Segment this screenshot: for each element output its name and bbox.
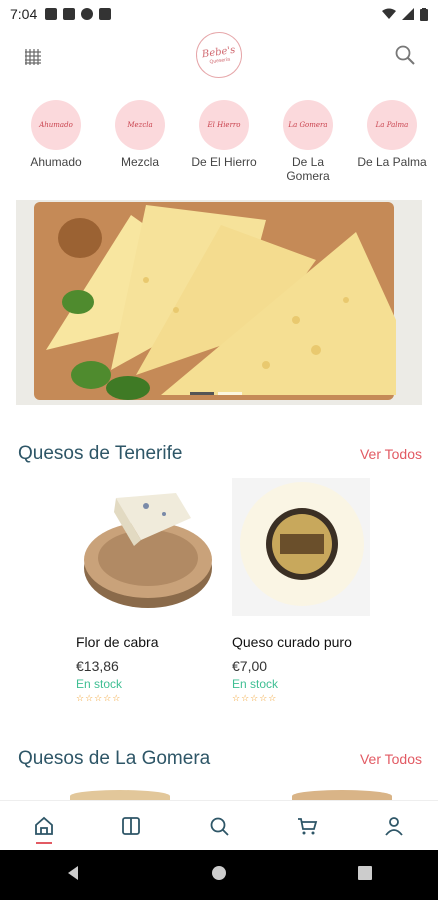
category-badge-text: Ahumado — [39, 121, 73, 129]
category-item-la-palma[interactable]: La Palma De La Palma — [350, 100, 434, 190]
back-icon — [68, 865, 78, 880]
rating-stars: ☆☆☆☆☆ — [76, 693, 122, 703]
product-card[interactable]: Flor de cabra €13,86 En stock ☆☆☆☆☆ — [76, 478, 214, 704]
category-item-el-hierro[interactable]: El Hierro De El Hierro — [182, 100, 266, 190]
recents-icon — [358, 865, 372, 880]
home-icon — [34, 816, 53, 835]
nav-home[interactable] — [24, 806, 64, 846]
category-label: De La Gomera — [286, 155, 330, 183]
category-badge: Ahumado — [31, 100, 81, 150]
section-header-tenerife: Quesos de Tenerife Ver Todos — [18, 440, 422, 468]
recents-button[interactable] — [357, 865, 373, 886]
grid-menu-button[interactable] — [22, 46, 44, 68]
notification-icons — [45, 8, 112, 20]
product-row: Flor de cabra €13,86 En stock ☆☆☆☆☆ Ques… — [76, 478, 422, 704]
status-time: 7:04 — [10, 6, 38, 22]
system-navigation-bar — [0, 850, 438, 900]
wifi-icon — [382, 8, 396, 19]
nav-catalog[interactable] — [111, 806, 151, 846]
nav-profile[interactable] — [374, 806, 414, 846]
product-image — [76, 478, 214, 616]
category-label: De El Hierro — [191, 155, 257, 169]
profile-icon — [385, 816, 403, 836]
battery-icon — [420, 7, 428, 21]
carousel-dot[interactable] — [190, 392, 214, 395]
search-icon — [210, 817, 229, 836]
category-badge: La Gomera — [283, 100, 333, 150]
stock-status: En stock — [232, 677, 279, 691]
nav-cart[interactable] — [287, 806, 327, 846]
product-card[interactable]: Queso curado puro €7,00 En stock ☆☆☆☆☆ — [232, 478, 370, 704]
product-image — [232, 478, 370, 616]
category-item-ahumado[interactable]: Ahumado Ahumado — [14, 100, 98, 190]
brand-logo[interactable]: Bebe's Quesería — [193, 29, 245, 81]
carousel-indicator[interactable] — [190, 392, 242, 395]
carousel-dot[interactable] — [218, 392, 242, 395]
cart-icon — [297, 817, 317, 834]
category-badge-text: La Palma — [375, 121, 409, 129]
notification-icon — [45, 8, 58, 20]
product-name: Queso curado puro — [232, 634, 352, 650]
stock-status: En stock — [76, 677, 123, 691]
promo-banner[interactable] — [16, 200, 422, 405]
category-badge-text: Mezcla — [127, 121, 153, 129]
signal-icon — [402, 8, 414, 20]
grid-icon — [25, 49, 41, 65]
bottom-navigation — [0, 800, 438, 850]
category-badge: El Hierro — [199, 100, 249, 150]
product-price: €13,86 — [76, 658, 119, 674]
cheese-wheel-image — [84, 493, 212, 608]
section-header-la-gomera: Quesos de La Gomera Ver Todos — [18, 745, 422, 773]
category-badge-text: La Gomera — [288, 121, 328, 129]
category-label: Ahumado — [30, 155, 82, 169]
search-button[interactable] — [394, 44, 418, 68]
app-bar: Bebe's Quesería — [0, 28, 438, 84]
home-button[interactable] — [211, 865, 227, 886]
cheese-illustration — [46, 205, 396, 400]
status-bar: 7:04 — [0, 0, 438, 28]
category-list[interactable]: Ahumado Ahumado Mezcla Mezcla El Hierro … — [0, 100, 438, 190]
catalog-icon — [122, 816, 141, 835]
notification-icon — [63, 8, 76, 20]
search-icon — [395, 45, 415, 65]
category-badge: Mezcla — [115, 100, 165, 150]
see-all-link[interactable]: Ver Todos — [360, 751, 422, 767]
product-price: €7,00 — [232, 658, 268, 674]
section-title: Quesos de Tenerife — [18, 443, 183, 464]
section-title: Quesos de La Gomera — [18, 748, 211, 769]
category-label: De La Palma — [357, 155, 427, 169]
category-badge: La Palma — [367, 100, 417, 150]
notification-icon — [99, 8, 112, 20]
rating-stars: ☆☆☆☆☆ — [232, 693, 278, 703]
product-name: Flor de cabra — [76, 634, 159, 650]
category-label: Mezcla — [120, 155, 159, 169]
cheese-wheel-image — [232, 478, 370, 616]
back-button[interactable] — [65, 865, 81, 886]
home-circle-icon — [212, 865, 226, 880]
notification-icon — [81, 8, 94, 20]
see-all-link[interactable]: Ver Todos — [360, 446, 422, 462]
nav-search[interactable] — [199, 806, 239, 846]
category-item-la-gomera[interactable]: La Gomera De La Gomera — [266, 100, 350, 190]
category-item-mezcla[interactable]: Mezcla Mezcla — [98, 100, 182, 190]
logo-subtext: Quesería — [209, 56, 231, 65]
category-badge-text: El Hierro — [207, 121, 241, 129]
